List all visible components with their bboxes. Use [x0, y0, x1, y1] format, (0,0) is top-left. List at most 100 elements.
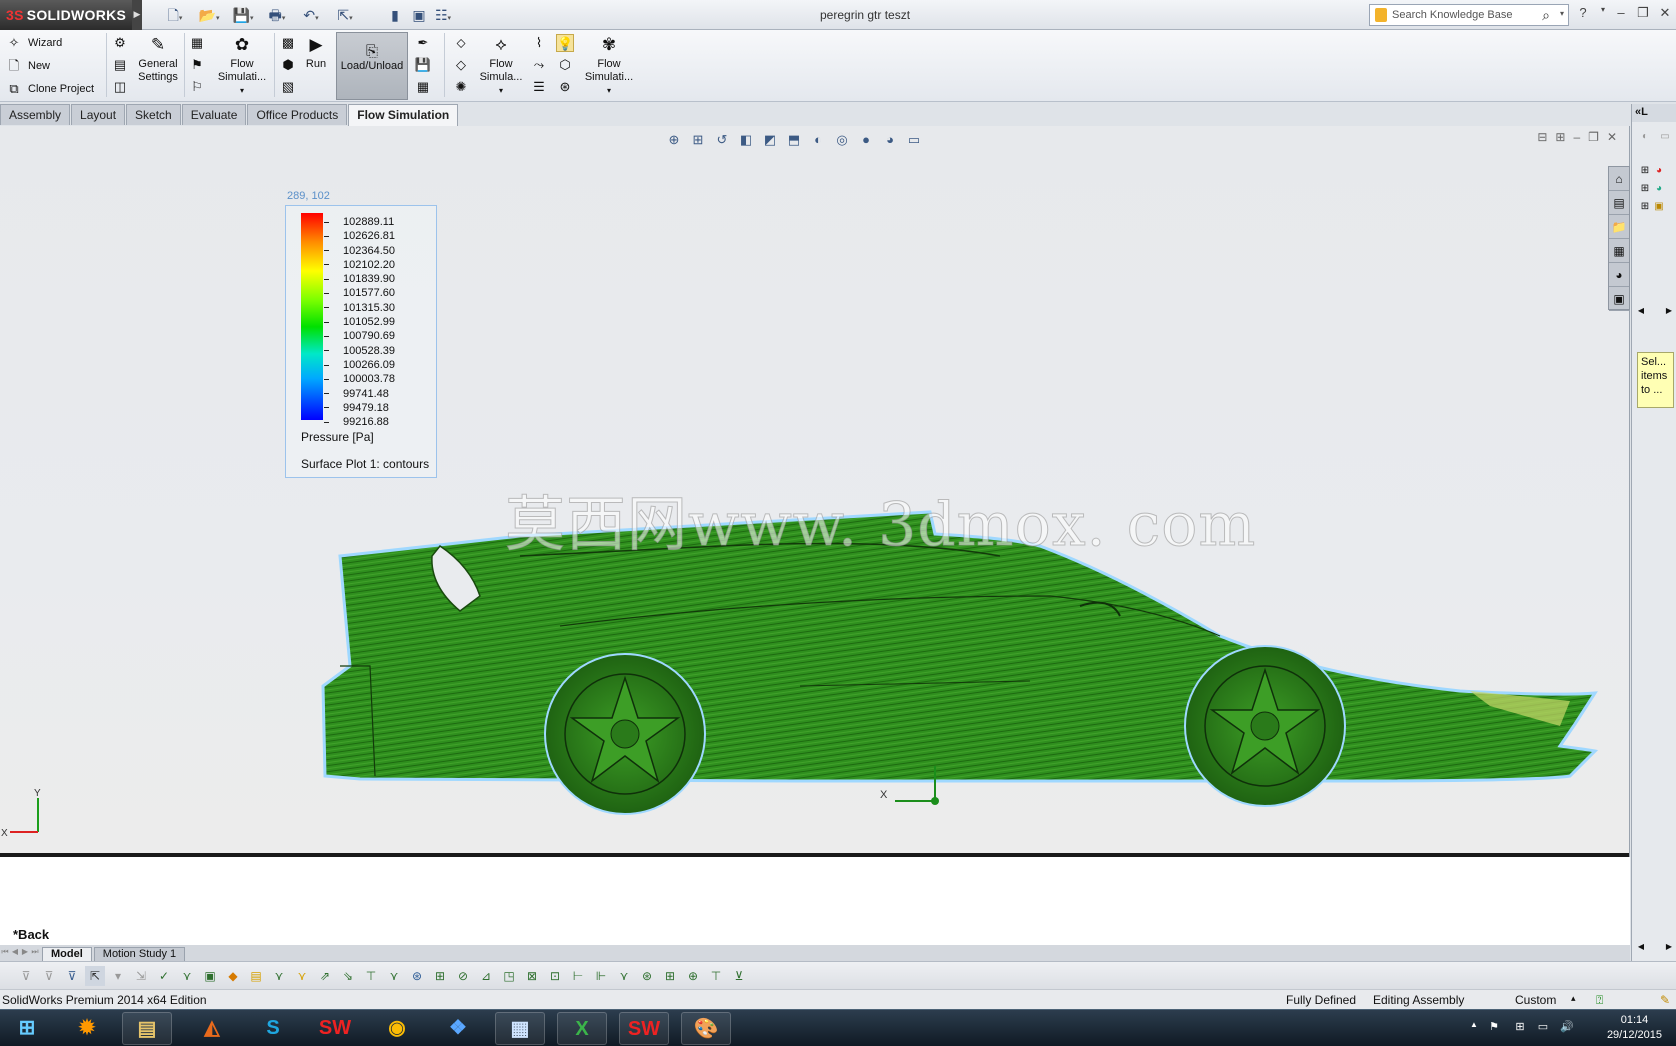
- report-icon[interactable]: ☰: [530, 78, 548, 96]
- load-unload-button[interactable]: ⎘ Load/Unload: [336, 32, 408, 100]
- select-dropdown-icon[interactable]: ▾: [108, 966, 128, 986]
- select-cursor-icon[interactable]: ⇱: [85, 965, 105, 986]
- tab-motion-study-1[interactable]: Motion Study 1: [93, 947, 186, 961]
- pane-bottom-right-icon[interactable]: ▶: [1662, 940, 1676, 954]
- tree-expand-icon[interactable]: ⊞: [1638, 182, 1652, 196]
- excel-icon[interactable]: X: [557, 1012, 607, 1045]
- filter-faces-icon[interactable]: ▣: [200, 966, 220, 986]
- sun-app-icon[interactable]: ✹: [62, 1012, 112, 1045]
- open-folder-icon[interactable]: 📂▾: [198, 5, 220, 25]
- close-icon[interactable]: ✕: [1656, 5, 1674, 23]
- tray-expand-icon[interactable]: ▲: [1467, 1020, 1481, 1034]
- filter-geometric-tolerances-icon[interactable]: ⊿: [476, 966, 496, 986]
- filter-balloons-icon[interactable]: ⊠: [522, 966, 542, 986]
- filter-weld-symbols-icon[interactable]: ⊡: [545, 966, 565, 986]
- task-pane-header[interactable]: «L: [1632, 104, 1676, 122]
- component-control-icon[interactable]: ⚙: [111, 34, 129, 52]
- chrome-icon[interactable]: ◉: [372, 1012, 422, 1045]
- tab-flow-simulation[interactable]: Flow Simulation: [348, 104, 459, 127]
- graphics-area[interactable]: ⊕ ⊞ ↺ ◧ ◩ ⬒ ◐ ◎ ● ◕ ▭ ⊟ ⊞ – ❐ ✕ X Y X 28…: [0, 126, 1630, 857]
- pane-scroll-left-icon[interactable]: ◀: [1634, 304, 1648, 318]
- results-display-icon[interactable]: ▦: [414, 78, 432, 96]
- tree-expand-icon[interactable]: ⊞: [1638, 200, 1652, 214]
- volume-icon[interactable]: 🔊: [1560, 1020, 1574, 1034]
- print-icon[interactable]: 🖶▾: [266, 5, 288, 25]
- search-knowledge-base-input[interactable]: Search Knowledge Base ⌕ ▾: [1369, 4, 1569, 26]
- filter-datum-targets-icon[interactable]: ⊩: [591, 966, 611, 986]
- flow-simulation-plots-button[interactable]: ⟡ Flow Simula... ▾: [474, 34, 528, 97]
- system-clock[interactable]: 01:14 29/12/2015: [1607, 1013, 1662, 1043]
- solve-icon[interactable]: ⬢: [279, 56, 297, 74]
- filter-cosmetic-threads-icon[interactable]: ⋎: [614, 966, 634, 986]
- pane-folder-icon[interactable]: ▭: [1658, 130, 1672, 144]
- filter-center-marks-icon[interactable]: ⋎: [384, 966, 404, 986]
- filter-sketch-segments-icon[interactable]: ⇘: [338, 966, 358, 986]
- tab-layout[interactable]: Layout: [71, 104, 126, 125]
- solidworks-resources-icon[interactable]: ⌂: [1609, 167, 1629, 191]
- filter-clear-icon[interactable]: ⊽: [62, 966, 82, 986]
- help-icon[interactable]: ?: [1574, 5, 1592, 23]
- filter-edges-icon[interactable]: ⋎: [177, 966, 197, 986]
- filter-blocks-icon[interactable]: ⊛: [637, 966, 657, 986]
- boundary-condition-icon[interactable]: ⚑: [188, 56, 206, 74]
- tag-icon[interactable]: ✎: [1660, 993, 1670, 1007]
- tab-assembly[interactable]: Assembly: [0, 104, 71, 125]
- action-center-flag-icon[interactable]: ⚑: [1487, 1020, 1501, 1034]
- filter-sketch-points-icon[interactable]: ⇗: [315, 966, 335, 986]
- lightbulb-icon[interactable]: 💡: [556, 34, 574, 52]
- filter-dimensions-icon[interactable]: ⊞: [430, 966, 450, 986]
- last-tab-icon[interactable]: ⏭: [30, 947, 40, 961]
- matlab-icon[interactable]: ◭: [187, 1012, 237, 1045]
- tab-sketch[interactable]: Sketch: [126, 104, 181, 125]
- select-pointer-icon[interactable]: ⇱▾: [334, 5, 356, 25]
- filter-midpoints-icon[interactable]: ⊤: [361, 966, 381, 986]
- pressure-legend[interactable]: 102889.11 102626.81 102364.50 102102.20 …: [285, 205, 437, 478]
- design-library-icon[interactable]: ▤: [1609, 191, 1629, 215]
- isosurface-icon[interactable]: ✺: [452, 78, 470, 96]
- filter-toggle-icon[interactable]: ⊽: [39, 966, 59, 986]
- file-explorer-icon[interactable]: 📁: [1609, 215, 1629, 239]
- flow-trajectories-icon[interactable]: ⤳: [530, 56, 548, 74]
- search-icon[interactable]: ⌕: [1542, 7, 1550, 24]
- undo-icon[interactable]: ↶▾: [300, 5, 322, 25]
- next-tab-icon[interactable]: ▶: [20, 947, 30, 961]
- filter-mid-surfaces-icon[interactable]: ⊻: [729, 966, 749, 986]
- solidworks-taskbar-icon[interactable]: SW: [310, 1012, 360, 1045]
- options-icon[interactable]: ☷▾: [432, 5, 454, 25]
- flow-simulation-tools-button[interactable]: ✾ Flow Simulati... ▾: [580, 34, 638, 97]
- filter-vertices-icon[interactable]: ✓: [154, 966, 174, 986]
- solidworks-active-taskbar-icon[interactable]: SW: [619, 1012, 669, 1045]
- filter-axes-icon[interactable]: ⋎: [269, 966, 289, 986]
- filter-surfaces-icon[interactable]: ◆: [223, 966, 243, 986]
- results-settings-icon[interactable]: ✒: [414, 34, 432, 52]
- skype-icon[interactable]: S: [248, 1012, 298, 1045]
- filter-solids-icon[interactable]: ▤: [246, 966, 266, 986]
- search-dropdown-icon[interactable]: ▾: [1560, 9, 1564, 18]
- filter-icon[interactable]: ⊽: [16, 966, 36, 986]
- clone-project-button[interactable]: ⧉ Clone Project: [6, 79, 94, 99]
- tab-office-products[interactable]: Office Products: [247, 104, 348, 125]
- computational-domain-icon[interactable]: ▦: [188, 34, 206, 52]
- filter-centerline-icon[interactable]: ⊛: [407, 966, 427, 986]
- paint-icon[interactable]: 🎨: [681, 1012, 731, 1045]
- batch-run-icon[interactable]: ▧: [279, 78, 297, 96]
- minimize-icon[interactable]: –: [1612, 5, 1630, 23]
- flow-simulation-features-button[interactable]: ✿ Flow Simulati... ▾: [212, 34, 272, 97]
- probe-icon[interactable]: ⊛: [556, 78, 574, 96]
- unit-system-selector[interactable]: Custom: [1515, 993, 1556, 1007]
- pane-scroll-right-icon[interactable]: ▶: [1662, 304, 1676, 318]
- parameters-icon[interactable]: ⬡: [556, 56, 574, 74]
- prev-tab-icon[interactable]: ◀: [10, 947, 20, 961]
- menu-expand-arrow-icon[interactable]: ▶: [132, 0, 142, 30]
- help-dropdown-icon[interactable]: ▾: [1594, 5, 1612, 23]
- filter-surface-finish-icon[interactable]: ⊘: [453, 966, 473, 986]
- view-palette-icon[interactable]: ▦: [1609, 239, 1629, 263]
- surface-plot-icon[interactable]: ◇: [452, 56, 470, 74]
- restore-icon[interactable]: ❐: [1634, 5, 1652, 23]
- save-results-icon[interactable]: 💾: [414, 56, 432, 74]
- help-status-icon[interactable]: ⍰: [1596, 993, 1603, 1008]
- custom-properties-icon[interactable]: ▣: [1609, 287, 1629, 311]
- tab-model[interactable]: Model: [42, 947, 92, 961]
- units-dropdown-icon[interactable]: ▴: [1571, 993, 1576, 1004]
- network-icon[interactable]: ▭: [1536, 1020, 1550, 1034]
